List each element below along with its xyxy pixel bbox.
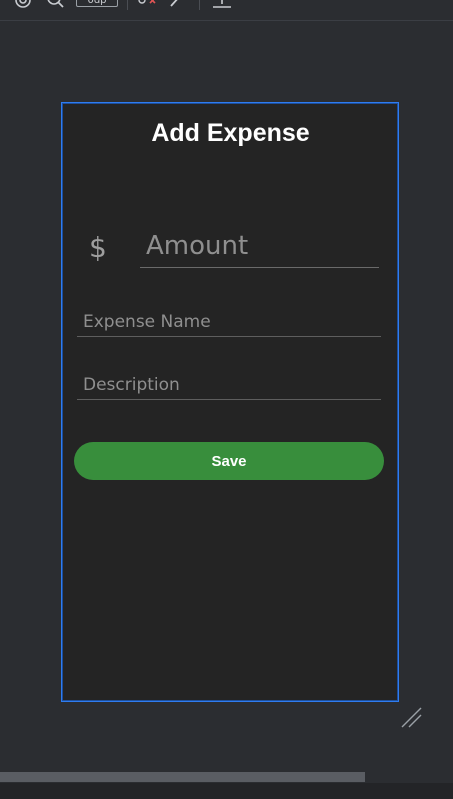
amount-input[interactable]: Amount [140, 229, 379, 268]
eye-icon[interactable] [12, 0, 32, 10]
save-button[interactable]: Save [74, 442, 384, 480]
design-surface[interactable]: Add Expense $ Amount Expense Name Descri… [61, 102, 399, 702]
layout-editor: 0dp Add Expense $ Amount Expense Name De… [0, 0, 453, 799]
screen-title: Add Expense [151, 119, 310, 147]
magic-wand-icon[interactable] [168, 0, 188, 10]
bottom-panel-bar [0, 783, 453, 799]
description-placeholder: Description [83, 375, 180, 395]
toolbar-divider [127, 0, 128, 10]
zoom-icon[interactable] [46, 0, 66, 10]
currency-symbol: $ [89, 231, 107, 264]
default-margin-box[interactable]: 0dp [76, 0, 118, 7]
design-toolbar: 0dp [0, 0, 453, 21]
toolbar-divider [199, 0, 200, 10]
guideline-icon[interactable] [210, 0, 231, 10]
expense-name-placeholder: Expense Name [83, 312, 211, 332]
resize-handle-icon[interactable] [400, 706, 424, 730]
horizontal-scrollbar-thumb[interactable] [0, 772, 365, 782]
amount-placeholder: Amount [146, 231, 249, 261]
expense-name-input[interactable]: Expense Name [77, 308, 381, 337]
description-input[interactable]: Description [77, 371, 381, 400]
constraint-clear-icon[interactable] [136, 0, 156, 10]
